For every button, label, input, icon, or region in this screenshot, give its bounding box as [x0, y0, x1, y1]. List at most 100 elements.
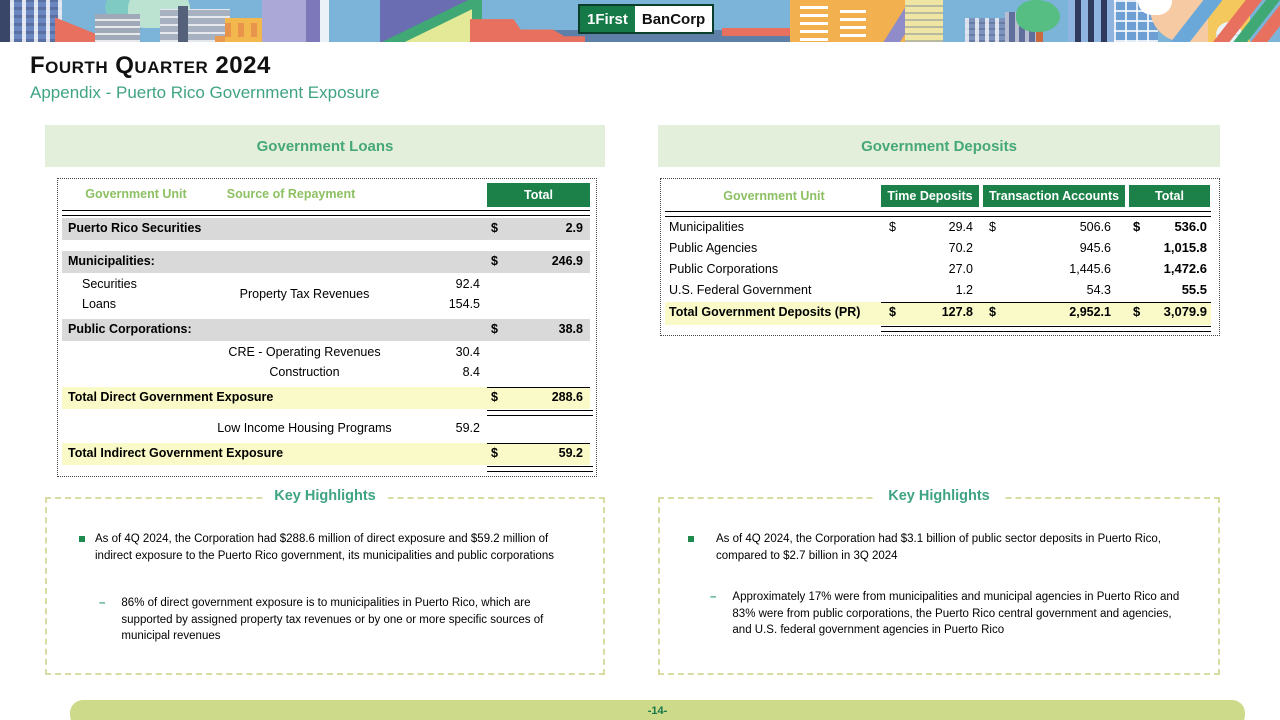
row-label: Total Government Deposits (PR)	[669, 305, 860, 319]
source-of-repayment: Property Tax Revenues	[192, 287, 417, 301]
loans-panel-title: Government Loans	[45, 125, 605, 167]
banner-purple-stripe	[306, 0, 320, 42]
row-total: 536.0	[1174, 219, 1207, 234]
bullet-item: As of 4Q 2024, the Corporation had $3.1 …	[688, 531, 1188, 564]
banner-roof-stripe	[178, 6, 188, 42]
banner-salmon-strip	[722, 28, 792, 36]
table-row: Municipalities $ 29.4 $ 506.6 $ 536.0	[665, 218, 1211, 239]
footer-page-bar: -14-	[70, 700, 1245, 720]
currency-symbol: $	[491, 322, 498, 336]
total-topline	[487, 387, 590, 388]
time-deposit-value: 127.8	[942, 305, 973, 319]
bullet-item: As of 4Q 2024, the Corporation had $288.…	[79, 531, 569, 564]
loans-header-divider	[62, 210, 590, 216]
row-total: 3,079.9	[1164, 304, 1207, 319]
transaction-value: 506.6	[1080, 220, 1111, 234]
transaction-value: 2,952.1	[1069, 305, 1111, 319]
row-label: Public Agencies	[669, 241, 757, 255]
currency-symbol: $	[989, 305, 996, 319]
row-label: Loans	[82, 297, 116, 311]
row-label: Total Indirect Government Exposure	[68, 446, 283, 460]
row-total: 246.9	[552, 254, 583, 268]
deposits-header-total: Total	[1129, 185, 1210, 207]
row-amount: 154.5	[449, 297, 480, 311]
table-row: Construction 8.4	[62, 363, 590, 383]
deposits-header-unit: Government Unit	[669, 189, 879, 203]
loans-header-total: Total	[487, 183, 590, 207]
transaction-value: 54.3	[1087, 283, 1111, 297]
currency-symbol: $	[989, 220, 996, 234]
total-row: Total Government Deposits (PR) $ 127.8 $…	[665, 302, 1211, 325]
transaction-value: 945.6	[1080, 241, 1111, 255]
deposits-header-divider	[665, 211, 1211, 217]
square-bullet-icon	[79, 536, 85, 542]
table-row: Public Agencies 70.2 945.6 1,015.8	[665, 239, 1211, 260]
banner-dark-edge	[0, 0, 10, 42]
total-row: Total Indirect Government Exposure $ 59.…	[62, 443, 590, 465]
row-total: 38.8	[559, 322, 583, 336]
deposits-header-time: Time Deposits	[881, 185, 979, 207]
source-of-repayment: CRE - Operating Revenues	[192, 345, 417, 359]
dash-bullet-icon: –	[99, 595, 105, 645]
table-row: Public Corporations 27.0 1,445.6 1,472.6	[665, 260, 1211, 281]
row-label: U.S. Federal Government	[669, 283, 811, 297]
page-title: Fourth Quarter 2024	[30, 52, 271, 80]
deposits-panel-title: Government Deposits	[658, 125, 1220, 167]
bullet-text: As of 4Q 2024, the Corporation had $3.1 …	[716, 531, 1176, 564]
banner-white-gap	[320, 0, 329, 42]
table-row: Public Corporations: $ 38.8	[62, 319, 590, 341]
currency-symbol: $	[491, 254, 498, 268]
total-topline	[881, 302, 1211, 303]
row-label: Securities	[82, 277, 137, 291]
key-highlights-title: Key Highlights	[876, 488, 1002, 504]
banner-orange-windows-1	[800, 3, 828, 41]
loans-header-source: Source of Repayment	[206, 187, 376, 201]
table-row: Municipalities: $ 246.9	[62, 251, 590, 273]
table-row: Low Income Housing Programs 59.2	[62, 419, 590, 439]
transaction-value: 1,445.6	[1069, 262, 1111, 276]
row-total: 1,472.6	[1164, 261, 1207, 276]
banner-building-yellow	[225, 18, 263, 42]
key-highlights-title: Key Highlights	[262, 488, 388, 504]
row-label: Puerto Rico Securities	[68, 221, 201, 235]
row-label: Total Direct Government Exposure	[68, 390, 273, 404]
loans-header-unit: Government Unit	[66, 187, 206, 201]
banner-building-navy	[1068, 0, 1114, 42]
row-label: Public Corporations:	[68, 322, 192, 336]
sub-bullet-item: – Approximately 17% were from municipali…	[710, 589, 1200, 639]
row-label: Public Corporations	[669, 262, 778, 276]
sub-bullet-text: Approximately 17% were from municipaliti…	[732, 589, 1187, 639]
currency-symbol: $	[491, 390, 498, 404]
page-subtitle: Appendix - Puerto Rico Government Exposu…	[30, 83, 380, 103]
key-highlights-loans: Key Highlights As of 4Q 2024, the Corpor…	[45, 497, 605, 675]
row-amount: 59.2	[456, 421, 480, 435]
banner-building-blue	[10, 0, 62, 42]
total-row: Total Direct Government Exposure $ 288.6	[62, 387, 590, 409]
row-total: 1,015.8	[1164, 240, 1207, 255]
table-row: Puerto Rico Securities $ 2.9	[62, 218, 590, 240]
currency-symbol: $	[889, 220, 896, 234]
slide: 1First BanCorp Fourth Quarter 2024 Appen…	[0, 0, 1280, 720]
source-of-repayment: Construction	[192, 365, 417, 379]
total-topline	[487, 443, 590, 444]
banner-building-gray-1	[95, 14, 140, 42]
time-deposit-value: 29.4	[949, 220, 973, 234]
row-amount: 92.4	[456, 277, 480, 291]
row-total: 2.9	[566, 221, 583, 235]
firstbancorp-logo: 1First BanCorp	[578, 4, 714, 34]
square-bullet-icon	[688, 536, 694, 542]
table-row: U.S. Federal Government 1.2 54.3 55.5	[665, 281, 1211, 302]
currency-symbol: $	[889, 305, 896, 319]
currency-symbol: $	[1133, 219, 1140, 234]
row-total: 55.5	[1182, 282, 1207, 297]
bullet-text: As of 4Q 2024, the Corporation had $288.…	[95, 531, 569, 564]
row-amount: 8.4	[463, 365, 480, 379]
sub-bullet-text: 86% of direct government exposure is to …	[121, 595, 561, 645]
time-deposit-value: 27.0	[949, 262, 973, 276]
double-underline	[487, 410, 593, 416]
currency-symbol: $	[1133, 304, 1140, 319]
time-deposit-value: 1.2	[956, 283, 973, 297]
deposits-header-transaction: Transaction Accounts	[983, 185, 1125, 207]
row-total: 59.2	[559, 446, 583, 460]
key-highlights-deposits: Key Highlights As of 4Q 2024, the Corpor…	[658, 497, 1220, 675]
